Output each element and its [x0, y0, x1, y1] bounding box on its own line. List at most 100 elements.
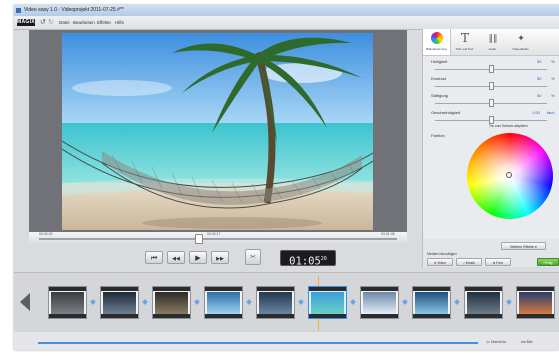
tab-titel[interactable]: T Titel und Text: [451, 29, 478, 55]
speed-unit: fach: [547, 110, 555, 115]
menu-bearbeiten[interactable]: Bearbeiten: [73, 19, 95, 26]
timeline-clip[interactable]: [204, 286, 243, 319]
saturation-unit: %: [551, 93, 555, 98]
timeline-clip[interactable]: [412, 286, 451, 319]
contrast-value[interactable]: 50: [537, 76, 541, 81]
timeline-clip[interactable]: [360, 286, 399, 319]
undo-icon[interactable]: ↺: [40, 19, 46, 26]
tab-label: Videoeffekte: [512, 47, 529, 51]
film-strip-top: [465, 287, 502, 291]
audio-icon: ∥∥: [488, 33, 498, 43]
beach-hammock-photo: [62, 33, 373, 230]
tab-audio[interactable]: ∥∥ Audio: [479, 29, 506, 55]
forward-icon: ▶▶: [216, 256, 224, 262]
status-bar: 1× Übersicht Ins Bild: [14, 332, 559, 350]
transition-marker[interactable]: [142, 299, 148, 305]
brightness-slider-handle[interactable]: [489, 65, 494, 73]
timeline-clip[interactable]: [256, 286, 295, 319]
saturation-value[interactable]: 50: [537, 93, 541, 98]
cut-button[interactable]: ✂: [245, 249, 261, 265]
rewind-button[interactable]: ◀◀: [167, 251, 185, 264]
preview-monitor: [29, 30, 407, 235]
contrast-slider-handle[interactable]: [489, 82, 494, 90]
transition-marker[interactable]: [90, 299, 96, 305]
timeline-clip[interactable]: [152, 286, 191, 319]
saturation-slider-handle[interactable]: [489, 99, 494, 107]
clip-thumbnail: [51, 292, 84, 314]
menu-hilfe[interactable]: Hilfe: [115, 19, 124, 26]
tab-videoeffekte[interactable]: ✦ Videoeffekte: [507, 29, 534, 55]
film-strip-bottom: [413, 314, 450, 318]
timeline-clip[interactable]: [100, 286, 139, 319]
magix-logo: MAGIX: [17, 19, 35, 26]
text-icon: T: [460, 31, 469, 45]
film-strip-bottom: [101, 314, 138, 318]
more-effects-button[interactable]: Weitere Effekte ▾: [501, 242, 546, 250]
preview-image: [62, 33, 373, 230]
tab-bildoptimierung[interactable]: Bildoptimierung: [423, 29, 451, 55]
film-strip-top: [361, 287, 398, 291]
effect-tabs: Bildoptimierung T Titel und Text ∥∥ Audi…: [423, 29, 559, 56]
transition-marker[interactable]: [506, 299, 512, 305]
speed-slider-handle[interactable]: [489, 116, 494, 124]
speed-value[interactable]: 1,00: [532, 110, 540, 115]
film-strip-bottom: [465, 314, 502, 318]
preview-scrub-bar[interactable]: 00:00:00 00:00:17 00:01:05: [29, 232, 407, 244]
timeline-clip[interactable]: [308, 286, 347, 319]
scissors-icon: ✂: [250, 254, 256, 261]
film-strip-bottom: [49, 314, 86, 318]
film-strip-top: [49, 287, 86, 291]
play-icon: ▶: [195, 255, 201, 262]
brightness-label: Helligkeit: [431, 59, 448, 64]
timeline-clip[interactable]: [464, 286, 503, 319]
fast-forward-button[interactable]: ▶▶: [211, 251, 229, 264]
properties-panel: Bildoptimierung T Titel und Text ∥∥ Audi…: [422, 29, 559, 239]
redo-icon[interactable]: ↻: [48, 19, 54, 26]
rewind-icon: ◀◀: [172, 256, 180, 262]
jump-start-button[interactable]: ⏮: [145, 251, 163, 264]
film-strip-bottom: [517, 314, 554, 318]
add-music-button[interactable]: ♪ Musik: [456, 258, 482, 266]
timeline-clip[interactable]: [48, 286, 87, 319]
color-wheel[interactable]: [467, 133, 553, 219]
transition-marker[interactable]: [350, 299, 356, 305]
transition-marker[interactable]: [402, 299, 408, 305]
clip-thumbnail: [311, 292, 344, 314]
finish-button[interactable]: Fertig: [537, 258, 559, 266]
add-video-button[interactable]: ■ Video: [427, 258, 453, 266]
tab-label: Titel und Text: [455, 47, 474, 51]
play-button[interactable]: ▶: [189, 251, 207, 264]
clip-thumbnail: [363, 292, 396, 314]
color-label: Farbton: [431, 133, 445, 138]
add-video-label: Video: [437, 261, 446, 265]
transition-marker[interactable]: [246, 299, 252, 305]
timeline-overview-bar[interactable]: [38, 342, 478, 344]
speed-option-label[interactable]: Ton zum Schluss abspielen: [489, 124, 528, 128]
fit-label[interactable]: Ins Bild: [521, 340, 532, 344]
transition-marker[interactable]: [298, 299, 304, 305]
transition-marker[interactable]: [454, 299, 460, 305]
brightness-value[interactable]: 50: [537, 59, 541, 64]
clip-thumbnail: [467, 292, 500, 314]
film-strip-top: [205, 287, 242, 291]
scrub-track[interactable]: [39, 238, 397, 240]
scrub-end-label: 00:01:05: [381, 232, 395, 236]
transition-marker[interactable]: [194, 299, 200, 305]
add-photo-label: Foto: [496, 261, 504, 265]
film-strip-top: [517, 287, 554, 291]
color-picker-handle[interactable]: [506, 172, 512, 178]
scrub-handle[interactable]: [195, 234, 203, 244]
tab-label: Audio: [488, 47, 497, 51]
add-photo-button[interactable]: ■ Foto: [485, 258, 511, 266]
film-strip-top: [101, 287, 138, 291]
film-strip-bottom: [153, 314, 190, 318]
menu-datei[interactable]: Datei: [59, 19, 70, 26]
timeline-clip[interactable]: [516, 286, 555, 319]
overview-label[interactable]: 1× Übersicht: [486, 340, 506, 344]
scroll-left-arrow[interactable]: [20, 293, 30, 311]
film-strip-bottom: [205, 314, 242, 318]
app-icon: [16, 8, 21, 13]
film-strip-top: [413, 287, 450, 291]
menu-effekte[interactable]: Effekte: [97, 19, 111, 26]
tab-label: Bildoptimierung: [426, 47, 447, 51]
